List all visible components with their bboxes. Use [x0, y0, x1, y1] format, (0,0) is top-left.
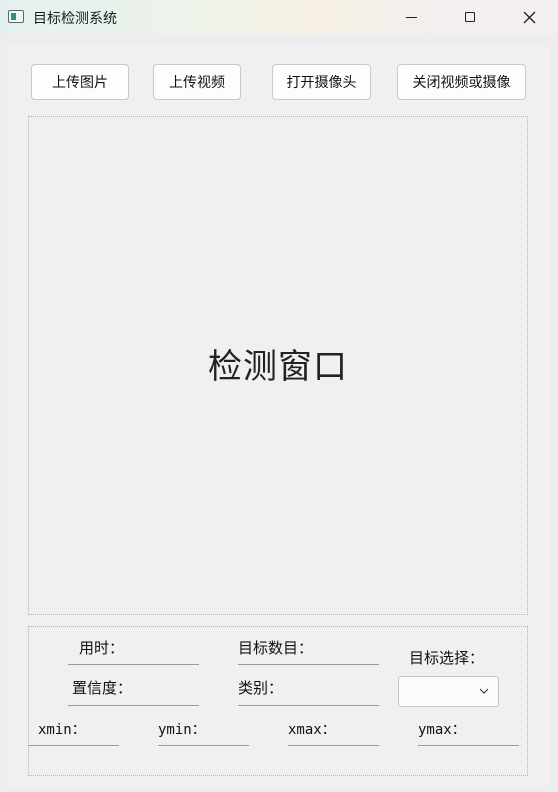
time-field-underline	[68, 664, 199, 665]
chevron-down-icon	[479, 688, 489, 694]
close-video-or-camera-button[interactable]: 关闭视频或摄像	[397, 64, 526, 100]
ymax-label: ymax：	[418, 722, 466, 738]
confidence-field-underline	[68, 705, 199, 706]
class-field-underline	[238, 705, 379, 706]
ymax-field-underline	[418, 745, 519, 746]
detection-display: 检测窗口	[28, 116, 528, 615]
target-select-label: 目标选择：	[409, 649, 485, 667]
maximize-icon	[465, 12, 475, 22]
ymin-label: ymin：	[158, 722, 206, 738]
xmin-label: xmin：	[38, 722, 86, 738]
minimize-button[interactable]	[388, 0, 434, 34]
target-count-field-underline	[238, 664, 379, 665]
app-window: 目标检测系统 上传图片 上传视频 打开摄像头 关闭视频或摄像 检测窗口 用时： …	[0, 0, 558, 792]
confidence-label: 置信度：	[72, 679, 133, 697]
close-button[interactable]	[506, 0, 552, 34]
xmax-field-underline	[288, 745, 379, 746]
upload-image-button[interactable]: 上传图片	[31, 64, 129, 100]
title-bar[interactable]: 目标检测系统	[0, 0, 558, 34]
maximize-button[interactable]	[447, 0, 493, 34]
detection-window-label: 检测窗口	[208, 347, 348, 387]
app-icon	[8, 10, 24, 23]
close-icon	[523, 11, 535, 23]
minimize-icon	[405, 16, 417, 18]
target-select-dropdown[interactable]	[398, 676, 499, 707]
time-label: 用时：	[79, 639, 125, 657]
upload-video-button[interactable]: 上传视频	[153, 64, 241, 100]
xmax-label: xmax：	[288, 722, 336, 738]
xmin-field-underline	[28, 745, 119, 746]
open-camera-button[interactable]: 打开摄像头	[272, 64, 371, 100]
ymin-field-underline	[158, 745, 249, 746]
class-label: 类别：	[238, 679, 284, 697]
target-count-label: 目标数目：	[238, 639, 314, 657]
window-title: 目标检测系统	[33, 11, 117, 27]
